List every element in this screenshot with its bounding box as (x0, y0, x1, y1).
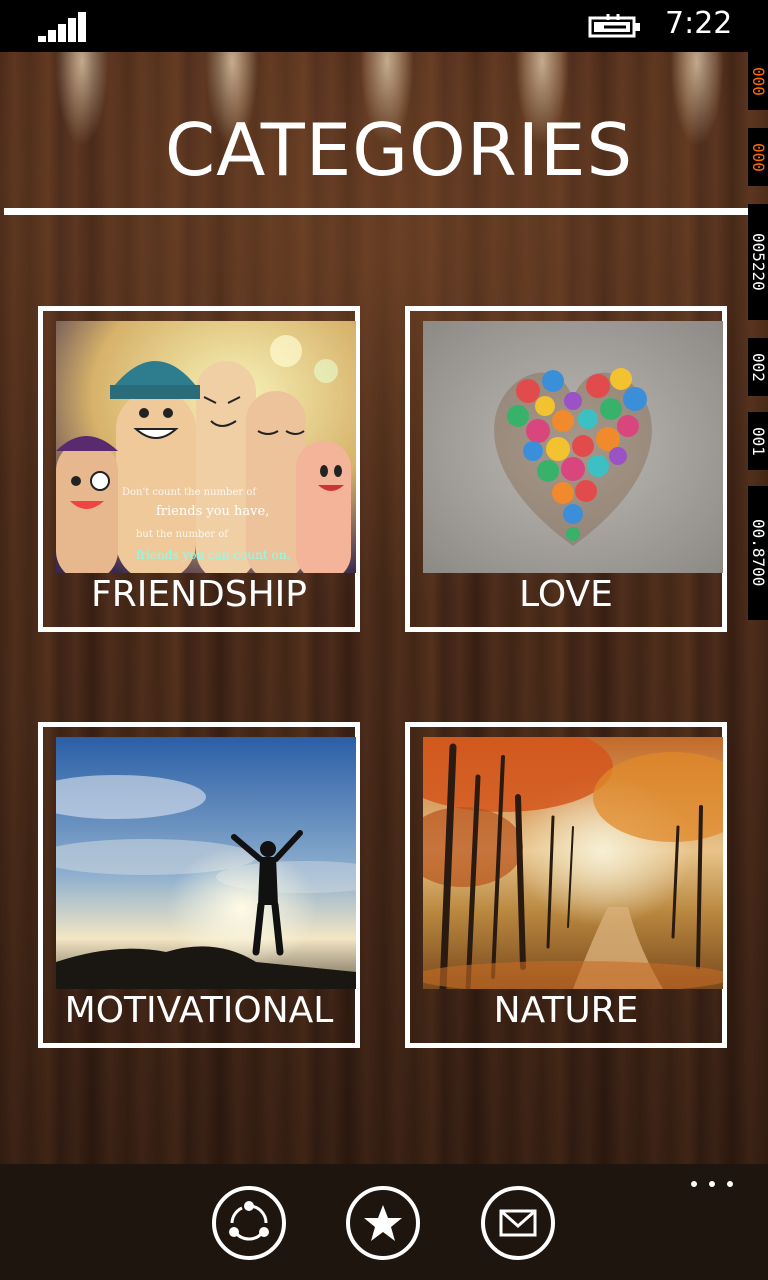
ellipsis-icon[interactable] (690, 1174, 734, 1194)
quote-line: friends you have, (156, 504, 269, 519)
mail-button[interactable] (481, 1186, 555, 1260)
title-divider (4, 208, 748, 215)
love-heart-image (423, 321, 723, 573)
screen: 7:22 CATEGORIES 000 000 005220 002 001 0… (0, 0, 768, 1280)
page-title: CATEGORIES (164, 108, 634, 192)
category-label: FRIENDSHIP (91, 574, 307, 615)
status-clock: 7:22 (665, 6, 733, 41)
battery-charging-icon (588, 14, 640, 38)
status-bar: 7:22 (0, 0, 768, 52)
category-label: MOTIVATIONAL (64, 990, 334, 1031)
favorite-button[interactable] (346, 1186, 420, 1260)
share-icon (229, 1201, 269, 1241)
signal-strength-icon (38, 12, 86, 42)
share-button[interactable] (212, 1186, 286, 1260)
category-tile-nature[interactable]: NATURE (405, 722, 727, 1048)
debug-counter-strip: 000 000 005220 002 001 00.8700 (748, 52, 768, 632)
category-label: LOVE (519, 574, 613, 615)
motivational-image (56, 737, 356, 989)
debug-counter: 002 (748, 338, 768, 396)
debug-counter: 001 (748, 412, 768, 470)
quote-line: friends you can count on. (136, 548, 290, 562)
category-tile-love[interactable]: LOVE (405, 306, 727, 632)
nature-image (423, 737, 723, 989)
mail-icon (499, 1209, 537, 1237)
debug-counter: 000 (748, 52, 768, 110)
quote-line: but the number of (136, 529, 229, 540)
category-tile-motivational[interactable]: MOTIVATIONAL (38, 722, 360, 1048)
category-label: NATURE (493, 990, 639, 1031)
debug-counter: 005220 (748, 204, 768, 320)
debug-counter: 000 (748, 128, 768, 186)
quote-line: Don't count the number of (122, 487, 257, 498)
debug-counter: 00.8700 (748, 486, 768, 620)
category-tile-friendship[interactable]: Don't count the number of friends you ha… (38, 306, 360, 632)
star-icon (364, 1205, 402, 1241)
app-bar (0, 1164, 768, 1280)
friendship-image: Don't count the number of friends you ha… (56, 321, 356, 573)
